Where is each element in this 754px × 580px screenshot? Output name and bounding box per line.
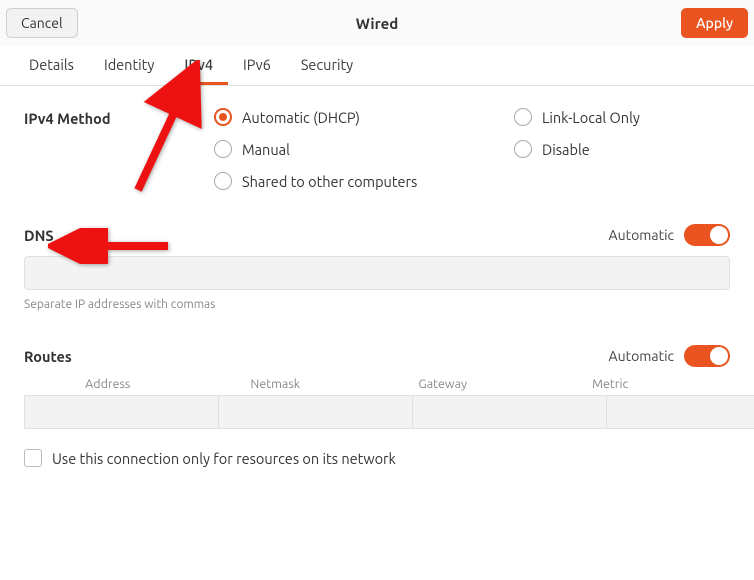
route-address-input[interactable] [24,395,219,429]
radio-manual[interactable]: Manual [214,140,514,158]
route-netmask-input[interactable] [219,395,413,429]
tab-details[interactable]: Details [14,46,89,85]
routes-automatic-label: Automatic [609,348,674,364]
col-address: Address [24,377,192,395]
radio-icon [214,140,232,158]
radio-shared[interactable]: Shared to other computers [214,172,514,190]
dns-input[interactable] [24,256,730,290]
ipv4-method-row: IPv4 Method Automatic (DHCP) Link-Local … [24,108,730,190]
tab-ipv4[interactable]: IPv4 [169,46,228,85]
col-metric: Metric [527,377,695,395]
radio-label: Automatic (DHCP) [242,109,360,126]
ipv4-method-label: IPv4 Method [24,108,214,190]
radio-label: Manual [242,141,290,158]
use-only-resources-row: Use this connection only for resources o… [24,449,730,467]
route-metric-input[interactable] [607,395,754,429]
radio-icon [214,172,232,190]
apply-button[interactable]: Apply [681,8,748,38]
radio-icon [514,140,532,158]
dns-title: DNS [24,227,54,244]
radio-icon [514,108,532,126]
radio-icon [214,108,232,126]
col-gateway: Gateway [359,377,527,395]
routes-title: Routes [24,348,72,365]
dns-header: DNS Automatic [24,224,730,246]
radio-automatic-dhcp[interactable]: Automatic (DHCP) [214,108,514,126]
routes-automatic-toggle[interactable] [684,345,730,367]
dns-automatic-toggle[interactable] [684,224,730,246]
route-gateway-input[interactable] [413,395,607,429]
radio-disable[interactable]: Disable [514,140,730,158]
radio-link-local-only[interactable]: Link-Local Only [514,108,730,126]
col-netmask: Netmask [192,377,360,395]
radio-label: Link-Local Only [542,109,640,126]
cancel-button[interactable]: Cancel [6,8,78,38]
use-only-resources-checkbox[interactable] [24,449,42,467]
dns-automatic-label: Automatic [609,227,674,243]
tab-identity[interactable]: Identity [89,46,169,85]
tab-security[interactable]: Security [286,46,368,85]
tab-ipv6[interactable]: IPv6 [228,46,286,85]
routes-columns: Address Netmask Gateway Metric [24,377,730,395]
radio-label: Shared to other computers [242,173,417,190]
use-only-resources-label: Use this connection only for resources o… [52,450,396,467]
tabs: Details Identity IPv4 IPv6 Security [0,46,754,86]
window-title: Wired [0,15,754,32]
routes-header: Routes Automatic [24,345,730,367]
content: IPv4 Method Automatic (DHCP) Link-Local … [0,86,754,489]
radio-label: Disable [542,141,590,158]
titlebar: Cancel Wired Apply [0,0,754,46]
routes-row [24,395,730,429]
dns-hint: Separate IP addresses with commas [24,298,730,311]
